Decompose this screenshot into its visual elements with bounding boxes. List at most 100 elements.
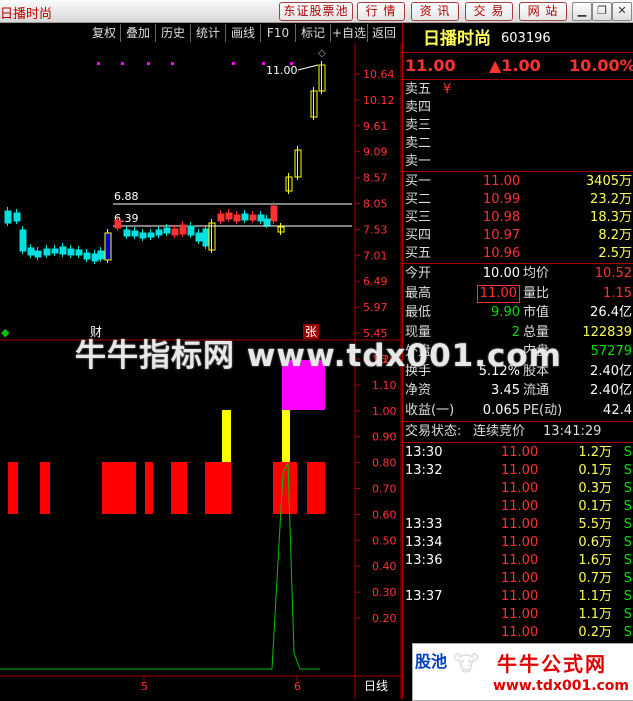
indicator-yellow-bar — [222, 410, 231, 462]
high-mark-label: 11.00 — [266, 64, 298, 77]
candle — [51, 248, 59, 254]
candle — [147, 232, 155, 238]
price-axis-label: 7.53 — [363, 223, 388, 236]
stat-value: 10.00 — [482, 266, 520, 281]
add-watchlist-button[interactable]: +自选 — [331, 24, 368, 42]
period-selector[interactable]: 日线 — [364, 679, 388, 693]
tick-side: S — [623, 499, 632, 514]
trade-button[interactable]: 交 易 — [465, 2, 513, 21]
ad-banner[interactable]: 股池 🐮 牛牛公式网 www.tdx001.com — [412, 643, 633, 701]
mark-button[interactable]: 标记 — [296, 24, 331, 42]
tick-price: 11.00 — [501, 463, 539, 478]
stat-label: 均价 — [523, 266, 550, 281]
divider — [403, 263, 633, 264]
tick-price: 11.00 — [501, 499, 539, 514]
tick-row: 13:34 11.00 0.6万 S — [403, 534, 633, 552]
stat-label: PE(动) — [523, 402, 563, 418]
ask-row: 卖五 ¥ — [403, 81, 633, 99]
bid-label: 买四 — [405, 228, 432, 243]
statistics-button[interactable]: 统计 — [191, 24, 226, 42]
title-bar: 日播时尚 东证股票池 行 情 资 讯 交 易 网 站 ▁ ❐ ✕ — [0, 0, 633, 23]
bid-volume: 18.3万 — [590, 210, 632, 225]
website-button[interactable]: 网 站 — [519, 2, 567, 21]
tick-time: 13:32 — [405, 463, 443, 478]
restore-rights-button[interactable]: 复权 — [88, 24, 121, 42]
tick-price: 11.00 — [501, 481, 539, 496]
candle — [225, 212, 233, 220]
candle — [139, 232, 147, 239]
indicator-axis-label: 1.10 — [372, 379, 397, 392]
indicator-red-bar — [145, 462, 153, 514]
ask-label: 卖五 — [405, 82, 432, 97]
bid-label: 买三 — [405, 210, 432, 225]
indicator-red-bar — [102, 462, 136, 514]
indicator-axis-label: 0.20 — [372, 612, 397, 625]
indicator-axis-label: 0.80 — [372, 457, 397, 470]
tick-side: S — [623, 589, 632, 604]
bid-volume: 3405万 — [585, 174, 632, 189]
indicator-bars — [8, 360, 325, 514]
restore-icon[interactable]: ❐ — [592, 2, 612, 21]
tick-volume: 1.2万 — [578, 445, 612, 460]
tick-row: 11.00 0.2万 S — [403, 624, 633, 642]
tick-volume: 1.1万 — [578, 607, 612, 622]
signal-dot — [262, 62, 265, 65]
close-icon[interactable]: ✕ — [612, 2, 632, 21]
signal-dot — [121, 62, 124, 65]
tick-volume: 1.6万 — [578, 553, 612, 568]
stat-label: 流通 — [523, 383, 550, 398]
signal-dot — [232, 62, 235, 65]
ask-row: 卖三 — [403, 117, 633, 135]
tick-price: 11.00 — [501, 589, 539, 604]
ad-url: www.tdx001.com — [493, 678, 630, 694]
price-axis-label: 10.64 — [363, 68, 395, 81]
ask-row: 卖四 — [403, 99, 633, 117]
bid-row: 买四 10.97 8.2万 — [403, 227, 633, 245]
price-axis-label: 9.09 — [363, 146, 388, 159]
back-button[interactable]: 返回 — [368, 24, 400, 42]
tick-time: 13:37 — [405, 589, 443, 604]
overlay-button[interactable]: 叠加 — [121, 24, 156, 42]
bid-row: 买一 11.00 3405万 — [403, 173, 633, 191]
bid-price: 10.96 — [483, 246, 521, 261]
minimize-icon[interactable]: ▁ — [572, 2, 592, 21]
tick-side: S — [623, 607, 632, 622]
signal-dot — [147, 62, 150, 65]
stat-row: 净资 3.45 流通 2.40亿 — [403, 382, 633, 400]
bid-label: 买一 — [405, 174, 432, 189]
candle — [202, 228, 210, 247]
price-row: 11.00 ▲1.00 10.00% — [403, 54, 633, 78]
history-button[interactable]: 历史 — [156, 24, 191, 42]
indicator-axis-label: 1.00 — [372, 405, 397, 418]
tick-time: 13:30 — [405, 445, 443, 460]
candle — [97, 250, 105, 260]
bid-row: 买三 10.98 18.3万 — [403, 209, 633, 227]
tick-time: 13:33 — [405, 517, 443, 532]
tick-row: 13:37 11.00 1.1万 S — [403, 588, 633, 606]
stock-pool-button[interactable]: 东证股票池 — [279, 2, 353, 21]
indicator-axis: 1.201.101.000.900.800.700.600.500.400.30… — [355, 353, 397, 625]
tick-volume: 0.6万 — [578, 535, 612, 550]
draw-line-button[interactable]: 画线 — [226, 24, 261, 42]
ad-left-text: 股池 — [415, 652, 448, 671]
indicator-axis-label: 0.90 — [372, 431, 397, 444]
stock-code: 603196 — [501, 31, 551, 46]
ad-brand: 牛牛公式网 — [497, 652, 607, 676]
divider — [403, 52, 633, 53]
market-button[interactable]: 行 情 — [357, 2, 405, 21]
indicator-axis-label: 0.60 — [372, 508, 397, 521]
bid-row: 买五 10.96 2.5万 — [403, 245, 633, 263]
stat-row: 收益(一) 0.065 PE(动) 42.4 — [403, 402, 633, 420]
tick-time: 13:34 — [405, 535, 443, 550]
stat-label: 最高 — [405, 285, 432, 301]
bid-price: 10.97 — [483, 228, 521, 243]
indicator-axis-label: 0.70 — [372, 483, 397, 496]
tick-row: 11.00 1.1万 S — [403, 606, 633, 624]
status-label: 交易状态: — [405, 424, 462, 439]
news-button[interactable]: 资 讯 — [411, 2, 459, 21]
tick-row: 11.00 0.1万 S — [403, 498, 633, 516]
f10-button[interactable]: F10 — [261, 24, 296, 42]
stat-row: 今开 10.00 均价 10.52 — [403, 265, 633, 283]
bid-label: 买二 — [405, 192, 432, 207]
divider — [403, 79, 633, 80]
